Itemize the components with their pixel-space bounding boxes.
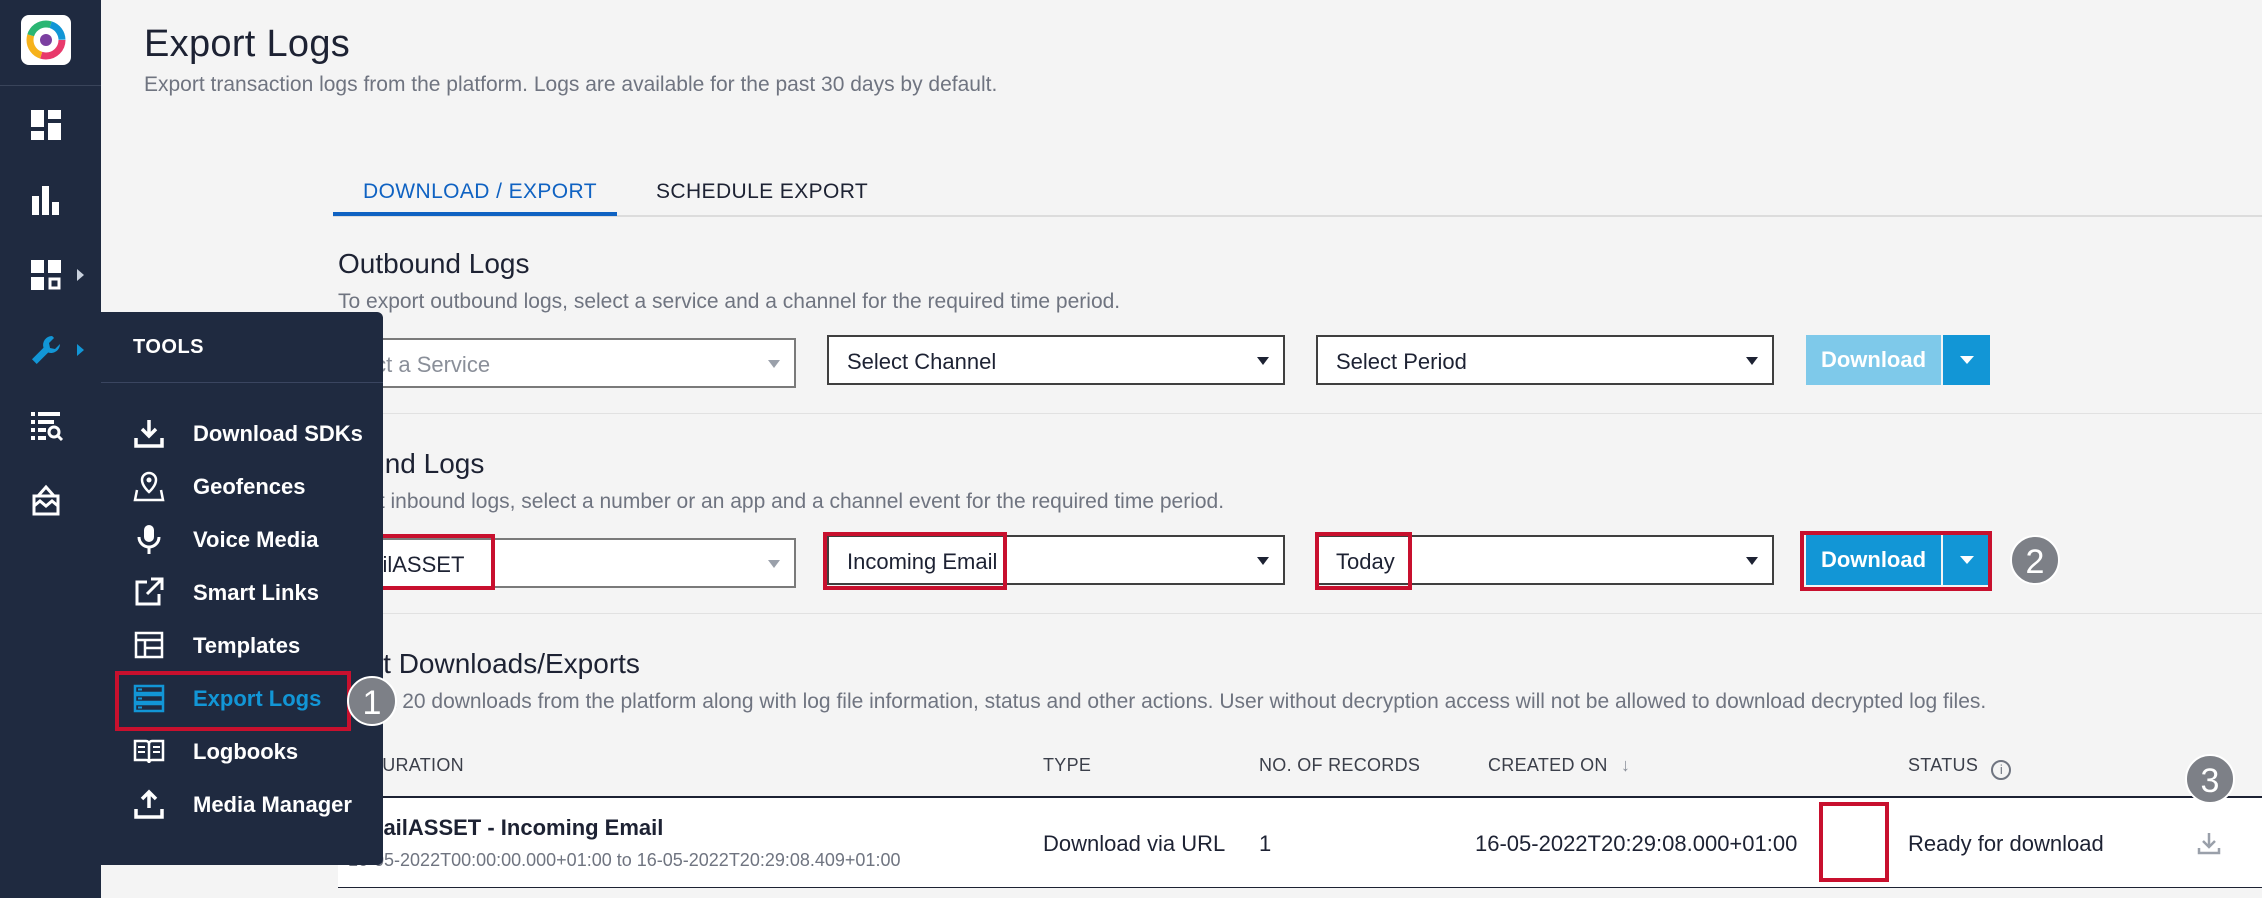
chevron-down-icon [1746, 357, 1758, 365]
menu-item-label: Download SDKs [193, 421, 363, 446]
menu-item-label: Templates [193, 633, 301, 658]
outbound-description: To export outbound logs, select a servic… [338, 290, 1121, 313]
outbound-download-button-group: Download [1806, 335, 1990, 385]
external-link-icon [135, 577, 164, 606]
row-configuration: nailASSET - Incoming Email [370, 815, 664, 840]
outbound-service-select[interactable]: lect a Service [338, 338, 796, 388]
menu-item-smart-links[interactable]: Smart Links [129, 570, 369, 614]
recent-description: recent 20 downloads from the platform al… [338, 690, 1987, 713]
info-icon[interactable]: i [1991, 760, 2012, 780]
wrench-icon[interactable] [28, 332, 64, 368]
menu-item-label: Logbooks [193, 739, 299, 764]
logs-list-icon[interactable] [28, 407, 64, 443]
sort-arrow-down-icon: ↓ [1621, 755, 1631, 775]
row-status: Ready for download [1908, 831, 2104, 856]
column-header-created-on[interactable]: CREATED ON ↓ [1488, 755, 1630, 776]
outbound-channel-value: Select Channel [847, 349, 997, 374]
step-badge-1: 1 [347, 676, 397, 726]
apps-expand-icon [77, 269, 84, 281]
column-header-records: NO. OF RECORDS [1259, 755, 1421, 775]
sandbox-icon[interactable] [28, 482, 64, 518]
column-header-created-on-label: CREATED ON [1488, 755, 1608, 775]
book-icon [133, 739, 165, 764]
row-created-on: 16-05-2022T20:29:08.000+01:00 [1475, 831, 1798, 856]
apps-icon[interactable] [28, 257, 64, 293]
menu-item-geofences[interactable]: Geofences [129, 464, 369, 508]
row-records: 1 [1259, 831, 1272, 856]
download-icon [134, 420, 164, 448]
outbound-download-button[interactable]: Download [1806, 335, 1941, 385]
app-logo[interactable] [21, 15, 71, 65]
highlight-row-download-box [1819, 802, 1889, 882]
tools-menu-divider [101, 382, 383, 383]
tools-menu-title: TOOLS [133, 336, 205, 358]
column-header-type: TYPE [1043, 755, 1092, 775]
row-range: 16-05-2022T00:00:00.000+01:00 to 16-05-2… [348, 850, 901, 870]
tab-download-export[interactable]: DOWNLOAD / EXPORT [363, 180, 597, 204]
template-icon [134, 631, 164, 659]
tab-schedule-export[interactable]: SCHEDULE EXPORT [656, 180, 868, 204]
chevron-down-icon [1257, 557, 1269, 565]
outbound-download-dropdown[interactable] [1943, 335, 1990, 385]
upload-icon [134, 789, 164, 819]
recent-title: cent Downloads/Exports [338, 648, 640, 679]
tools-expand-icon [77, 344, 84, 356]
menu-item-templates[interactable]: Templates [129, 623, 369, 667]
menu-item-label: Smart Links [193, 580, 319, 605]
page-subtitle: Export transaction logs from the platfor… [144, 73, 998, 96]
download-file-icon[interactable] [2196, 830, 2222, 856]
analytics-icon[interactable] [28, 182, 64, 218]
step-badge-3: 3 [2185, 754, 2235, 804]
tab-bar: DOWNLOAD / EXPORT SCHEDULE EXPORT [333, 165, 2262, 217]
outbound-period-select[interactable]: Select Period [1316, 335, 1774, 385]
column-header-status-label: STATUS [1908, 755, 1979, 775]
sidebar-divider [0, 85, 101, 86]
outbound-period-value: Select Period [1336, 349, 1467, 374]
chevron-down-icon [768, 360, 780, 368]
section-divider [333, 613, 2262, 614]
chevron-down-icon [1746, 557, 1758, 565]
menu-item-label: Voice Media [193, 527, 319, 552]
chevron-down-icon [1960, 356, 1974, 364]
highlight-channel-box [823, 532, 1007, 590]
highlight-service-box [376, 534, 495, 590]
menu-item-download-sdks[interactable]: Download SDKs [129, 411, 369, 455]
dashboard-icon[interactable] [28, 107, 64, 143]
row-type: Download via URL [1043, 831, 1226, 856]
menu-item-voice-media[interactable]: Voice Media [129, 517, 369, 561]
menu-item-logbooks[interactable]: Logbooks [129, 729, 369, 773]
table-row: nailASSET - Incoming Email 16-05-2022T00… [338, 798, 2262, 888]
active-tab-indicator [333, 212, 617, 216]
highlight-download-box [1800, 531, 1992, 591]
left-sidebar [0, 0, 101, 898]
outbound-title: Outbound Logs [338, 248, 530, 279]
column-header-status: STATUS i [1908, 755, 2012, 780]
tools-flyout-menu: TOOLS Download SDKs Geofences Voice Medi… [101, 312, 383, 865]
map-pin-icon [133, 471, 165, 502]
menu-item-label: Geofences [193, 474, 306, 499]
microphone-icon [137, 525, 161, 554]
flyout-pointer [86, 340, 101, 364]
inbound-description: xport inbound logs, select a number or a… [338, 490, 1225, 513]
menu-item-label: Media Manager [193, 792, 352, 817]
outbound-channel-select[interactable]: Select Channel [827, 335, 1285, 385]
logo-icon [26, 20, 66, 60]
chevron-down-icon [768, 560, 780, 568]
menu-item-media-manager[interactable]: Media Manager [129, 782, 369, 826]
chevron-down-icon [1257, 357, 1269, 365]
step-badge-2: 2 [2010, 535, 2060, 585]
highlight-export-logs-box [115, 671, 351, 731]
page-title: Export Logs [144, 23, 351, 65]
section-divider [333, 413, 2262, 414]
highlight-period-box [1315, 532, 1412, 590]
